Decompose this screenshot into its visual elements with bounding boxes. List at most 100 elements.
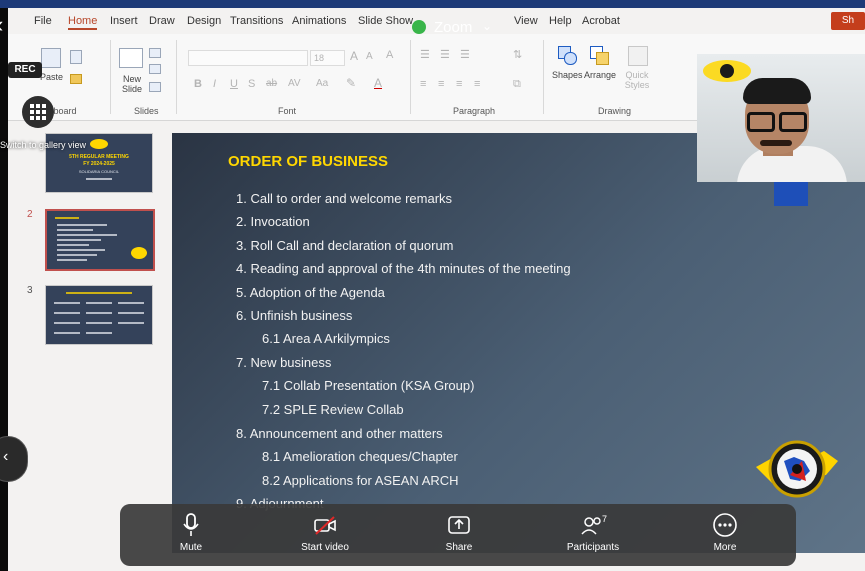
- shadow-button[interactable]: S: [248, 78, 255, 90]
- share-label: Share: [445, 542, 473, 553]
- menu-draw[interactable]: Draw: [149, 15, 175, 27]
- menu-animations[interactable]: Animations: [292, 15, 346, 27]
- logo-icon: [131, 247, 147, 259]
- new-slide-label[interactable]: New Slide: [115, 74, 149, 94]
- quick-styles-label[interactable]: Quick Styles: [620, 70, 654, 90]
- change-case-icon[interactable]: Aa: [316, 78, 328, 89]
- participant-video[interactable]: [697, 54, 865, 182]
- menu-acrobat[interactable]: Acrobat: [582, 15, 620, 27]
- divider: [176, 40, 177, 114]
- agenda-item-8: 8. Announcement and other matters: [236, 426, 443, 441]
- decorative-blue-square: [774, 181, 808, 206]
- thumb-1-line-1: 5TH REGULAR MEETING: [69, 154, 129, 160]
- indent-icon[interactable]: ☰: [460, 48, 470, 61]
- shapes-label[interactable]: Shapes: [552, 70, 583, 80]
- section-icon[interactable]: [149, 82, 161, 92]
- zoom-title-pill[interactable]: Zoom ⌄: [412, 16, 512, 42]
- slide-thumbnail-2[interactable]: [45, 209, 155, 271]
- person-mustache: [760, 140, 792, 146]
- zoom-top-strip: [0, 0, 865, 8]
- grow-font-icon[interactable]: A: [350, 49, 358, 63]
- logo-icon: [90, 139, 108, 149]
- more-label: More: [713, 542, 737, 553]
- font-color-icon[interactable]: A: [374, 76, 382, 90]
- agenda-subitem-8-1: 8.1 Amelioration cheques/Chapter: [262, 449, 458, 464]
- gallery-view-button[interactable]: [22, 96, 54, 128]
- character-spacing-icon[interactable]: AV: [288, 78, 301, 89]
- shrink-font-icon[interactable]: A: [366, 51, 373, 62]
- security-shield-icon: [412, 20, 426, 34]
- participants-button[interactable]: 7 Participants: [538, 512, 648, 562]
- divider: [410, 40, 411, 114]
- meeting-toolbar: Mute Start video Share 7 Participants Mo…: [120, 504, 796, 566]
- font-size-select[interactable]: 18: [310, 50, 345, 66]
- agenda-subitem-7-1: 7.1 Collab Presentation (KSA Group): [262, 378, 475, 393]
- quick-styles-icon[interactable]: [628, 46, 648, 66]
- microphone-icon: [183, 513, 199, 536]
- group-drawing: Drawing: [598, 106, 632, 116]
- arrange-icon[interactable]: [590, 46, 609, 65]
- agenda-subitem-7-2: 7.2 SPLE Review Collab: [262, 402, 404, 417]
- bullets-icon[interactable]: ☰: [420, 48, 430, 61]
- menu-slide-show[interactable]: Slide Show: [358, 15, 413, 27]
- agenda-item-7: 7. New business: [236, 355, 332, 370]
- paste-icon[interactable]: [41, 48, 61, 68]
- slide-canvas[interactable]: ORDER OF BUSINESS 1. Call to order and w…: [172, 133, 865, 553]
- clear-format-icon[interactable]: A: [386, 49, 393, 61]
- grid-icon: [30, 104, 46, 120]
- underline-button[interactable]: U: [230, 78, 238, 90]
- zoom-title: Zoom: [434, 19, 473, 36]
- copy-icon[interactable]: [70, 50, 82, 64]
- agenda-item-6: 6. Unfinish business: [236, 308, 353, 323]
- italic-button[interactable]: I: [213, 78, 216, 90]
- person-hair: [743, 78, 811, 104]
- slide-title: ORDER OF BUSINESS: [228, 153, 389, 170]
- start-video-button[interactable]: Start video: [270, 512, 380, 562]
- align-left-icon[interactable]: ≡: [420, 78, 426, 90]
- agenda-item-2: 2. Invocation: [236, 214, 310, 229]
- align-center-icon[interactable]: ≡: [438, 78, 444, 90]
- recording-badge: REC: [8, 62, 42, 78]
- agenda-subitem-6-1: 6.1 Area A Arkilympics: [262, 331, 390, 346]
- group-paragraph: Paragraph: [453, 106, 496, 116]
- new-slide-icon[interactable]: [119, 48, 143, 68]
- bold-button[interactable]: B: [194, 78, 202, 90]
- participants-label: Participants: [566, 542, 620, 553]
- mute-label: Mute: [179, 542, 203, 553]
- menu-help[interactable]: Help: [549, 15, 572, 27]
- video-off-icon: [314, 516, 336, 535]
- more-button[interactable]: More: [670, 512, 780, 562]
- strikethrough-icon[interactable]: ab: [266, 78, 277, 89]
- menu-file[interactable]: File: [34, 15, 52, 27]
- slide-number: 3: [27, 285, 33, 296]
- arrange-label[interactable]: Arrange: [584, 70, 616, 80]
- menu-home[interactable]: Home: [68, 15, 98, 30]
- share-screen-button[interactable]: Share: [404, 512, 514, 562]
- mute-button[interactable]: Mute: [136, 512, 246, 562]
- menu-view[interactable]: View: [514, 15, 538, 27]
- font-family-select[interactable]: [188, 50, 308, 66]
- text-direction-icon[interactable]: ⇅: [513, 48, 522, 61]
- menu-design[interactable]: Design: [187, 15, 221, 27]
- group-font: Font: [278, 106, 297, 116]
- smartart-icon[interactable]: ⧉: [513, 78, 521, 91]
- menu-insert[interactable]: Insert: [110, 15, 138, 27]
- share-button[interactable]: Sh: [831, 12, 865, 30]
- layout-icon[interactable]: [149, 48, 161, 58]
- share-screen-icon: [448, 516, 470, 534]
- agenda-item-3: 3. Roll Call and declaration of quorum: [236, 238, 454, 253]
- slide-thumbnail-3[interactable]: [45, 285, 153, 345]
- numbering-icon[interactable]: ☰: [440, 48, 450, 61]
- back-chevron-icon[interactable]: ‹: [0, 12, 3, 38]
- agenda-item-5: 5. Adoption of the Agenda: [236, 285, 385, 300]
- menu-transitions[interactable]: Transitions: [230, 15, 283, 27]
- reset-icon[interactable]: [149, 64, 161, 74]
- highlight-icon[interactable]: ✎: [346, 76, 356, 90]
- shapes-icon[interactable]: [558, 46, 577, 65]
- agenda-item-1: 1. Call to order and welcome remarks: [236, 191, 453, 206]
- align-right-icon[interactable]: ≡: [456, 78, 462, 90]
- thumb-1-line-2: FY 2024-2025: [83, 161, 115, 167]
- format-painter-icon[interactable]: [70, 74, 82, 84]
- justify-icon[interactable]: ≡: [474, 78, 480, 90]
- logo-icon: [703, 60, 751, 82]
